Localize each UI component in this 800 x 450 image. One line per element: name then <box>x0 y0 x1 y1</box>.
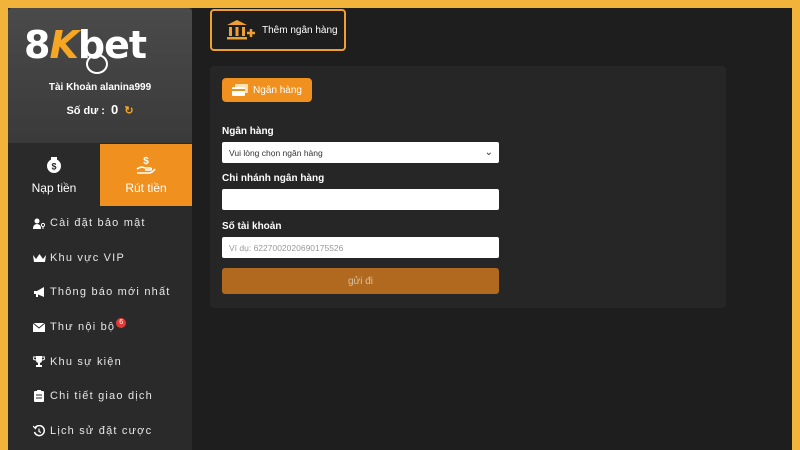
tab-bank-label: Ngân hàng <box>253 84 302 96</box>
sidebar-item-label: Lịch sử đặt cược <box>50 424 153 437</box>
refresh-icon[interactable]: ↻ <box>124 105 133 117</box>
chevron-down-icon: ⌄ <box>484 147 493 158</box>
sidebar-item-events[interactable]: Khu sự kiện <box>8 344 192 379</box>
bank-form-panel: Ngân hàng Ngân hàng Vui lòng chọn ngân h… <box>210 66 726 308</box>
clipboard-icon <box>32 390 46 403</box>
sidebar-item-inbox[interactable]: Thư nội bộ 6 <box>8 310 192 345</box>
trophy-icon <box>32 356 46 368</box>
account-label: Tài Khoản <box>48 82 98 93</box>
sidebar-item-news[interactable]: Thông báo mới nhất <box>8 275 192 310</box>
branch-input[interactable] <box>222 189 499 210</box>
balance-value: 0 <box>111 102 119 117</box>
tab-bank[interactable]: Ngân hàng <box>222 78 312 102</box>
profile-card: 8 Kbet Tài Khoản alanina999 Số dư : 0 ↻ <box>8 8 192 143</box>
wallet-tabs: $ Nạp tiền $ Rút tiền <box>8 144 192 206</box>
app-frame: 8 Kbet Tài Khoản alanina999 Số dư : 0 ↻ $ <box>8 8 792 450</box>
brand-logo: 8 Kbet <box>24 22 147 74</box>
card-icon <box>232 84 249 96</box>
account-number-label: Số tài khoản <box>222 221 282 232</box>
tab-withdraw[interactable]: $ Rút tiền <box>100 144 192 206</box>
balance-label: Số dư : <box>66 105 105 117</box>
logo-prefix: 8 <box>24 23 50 67</box>
history-icon <box>32 424 46 437</box>
bank-select[interactable]: Vui lòng chọn ngân hàng ⌄ <box>222 142 499 163</box>
sidebar-item-label: Khu vực VIP <box>50 251 125 264</box>
mascot-icon <box>86 54 108 74</box>
sidebar-item-label: Khu sự kiện <box>50 355 122 368</box>
sidebar-item-label: Thư nội bộ <box>50 321 116 334</box>
bank-plus-icon <box>227 20 255 40</box>
crown-icon <box>32 252 46 264</box>
add-bank-label: Thêm ngân hàng <box>262 24 338 36</box>
sidebar-item-transactions[interactable]: Chi tiết giao dịch <box>8 379 192 414</box>
sidebar-item-security[interactable]: Cài đặt bảo mật <box>8 206 192 241</box>
megaphone-icon <box>32 286 46 298</box>
bank-select-value: Vui lòng chọn ngân hàng <box>229 147 323 158</box>
submit-button[interactable]: gửi đi <box>222 268 499 294</box>
envelope-icon <box>32 321 46 333</box>
bank-field-label: Ngân hàng <box>222 126 274 137</box>
sidebar-item-vip[interactable]: Khu vực VIP <box>8 241 192 276</box>
svg-text:$: $ <box>143 156 149 167</box>
hand-money-icon: $ <box>136 156 156 174</box>
add-bank-button[interactable]: Thêm ngân hàng <box>210 9 346 51</box>
sidebar-item-label: Chi tiết giao dịch <box>50 390 153 403</box>
logo-k: K <box>49 23 78 67</box>
tab-deposit[interactable]: $ Nạp tiền <box>8 144 100 206</box>
sidebar-item-label: Thông báo mới nhất <box>50 286 171 299</box>
branch-field-label: Chi nhánh ngân hàng <box>222 173 325 184</box>
tab-withdraw-label: Rút tiền <box>125 181 167 195</box>
balance-line: Số dư : 0 ↻ <box>8 102 192 117</box>
account-line: Tài Khoản alanina999 <box>8 82 192 93</box>
svg-text:$: $ <box>51 162 56 172</box>
unread-badge: 6 <box>116 318 127 329</box>
tab-deposit-label: Nạp tiền <box>31 181 77 195</box>
user-key-icon <box>32 217 46 229</box>
money-bag-icon: $ <box>47 157 61 173</box>
account-number-input[interactable] <box>222 237 499 258</box>
sidebar-item-bet-history[interactable]: Lịch sử đặt cược <box>8 414 192 449</box>
account-username: alanina999 <box>99 82 152 93</box>
sidebar-item-label: Cài đặt bảo mật <box>50 217 146 230</box>
sidebar: 8 Kbet Tài Khoản alanina999 Số dư : 0 ↻ $ <box>8 8 192 450</box>
sidebar-menu: Cài đặt bảo mật Khu vực VIP Thông báo mớ… <box>8 206 192 448</box>
